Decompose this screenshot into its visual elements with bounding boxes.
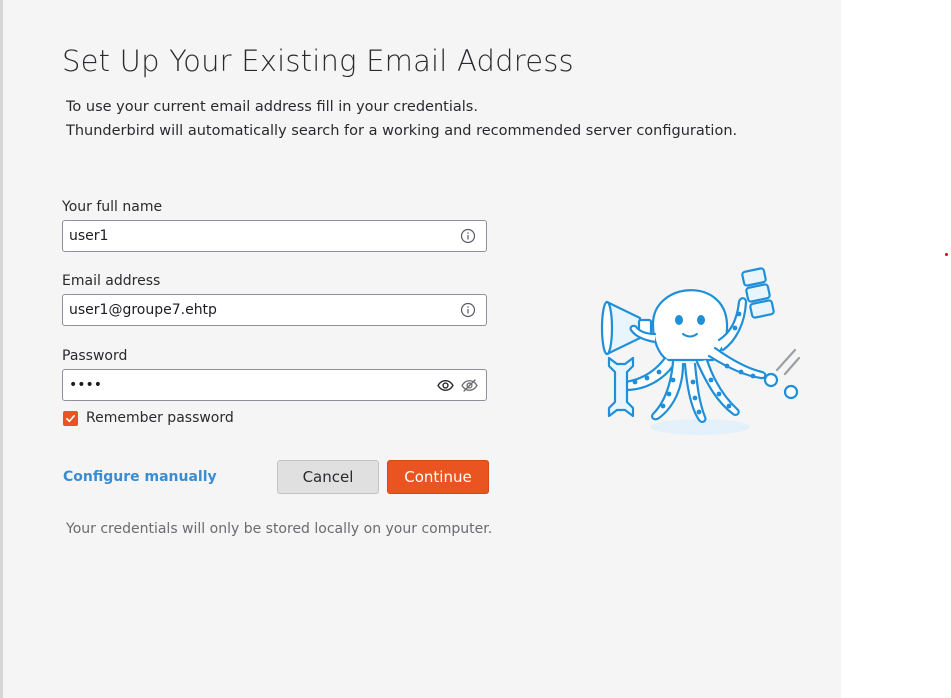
full-name-label: Your full name bbox=[62, 199, 163, 215]
cancel-button[interactable]: Cancel bbox=[277, 460, 379, 494]
email-field[interactable] bbox=[62, 294, 487, 326]
credentials-footnote: Your credentials will only be stored loc… bbox=[66, 521, 493, 537]
octopus-mascot-illustration bbox=[600, 267, 801, 435]
email-label: Email address bbox=[62, 273, 161, 289]
intro-line-2: Thunderbird will automatically search fo… bbox=[66, 123, 738, 139]
info-icon[interactable] bbox=[459, 301, 477, 319]
remember-password-label[interactable]: Remember password bbox=[86, 410, 234, 426]
email-input[interactable] bbox=[69, 295, 449, 325]
eye-slash-icon[interactable] bbox=[460, 376, 478, 394]
configure-manually-link[interactable]: Configure manually bbox=[63, 469, 217, 485]
info-icon[interactable] bbox=[459, 227, 477, 245]
continue-button[interactable]: Continue bbox=[387, 460, 489, 494]
red-dot-marker bbox=[945, 253, 948, 256]
account-setup-panel: Set Up Your Existing Email Address To us… bbox=[3, 0, 841, 698]
full-name-field[interactable] bbox=[62, 220, 487, 252]
intro-line-1: To use your current email address fill i… bbox=[66, 99, 478, 115]
password-label: Password bbox=[62, 348, 128, 364]
password-input[interactable] bbox=[69, 370, 449, 400]
eye-icon[interactable] bbox=[436, 376, 454, 394]
full-name-input[interactable] bbox=[69, 221, 449, 251]
page-title: Set Up Your Existing Email Address bbox=[62, 44, 574, 78]
password-field[interactable] bbox=[62, 369, 487, 401]
intro-text: To use your current email address fill i… bbox=[66, 95, 737, 143]
checkmark-icon bbox=[66, 414, 75, 423]
remember-password-checkbox[interactable] bbox=[63, 411, 78, 426]
